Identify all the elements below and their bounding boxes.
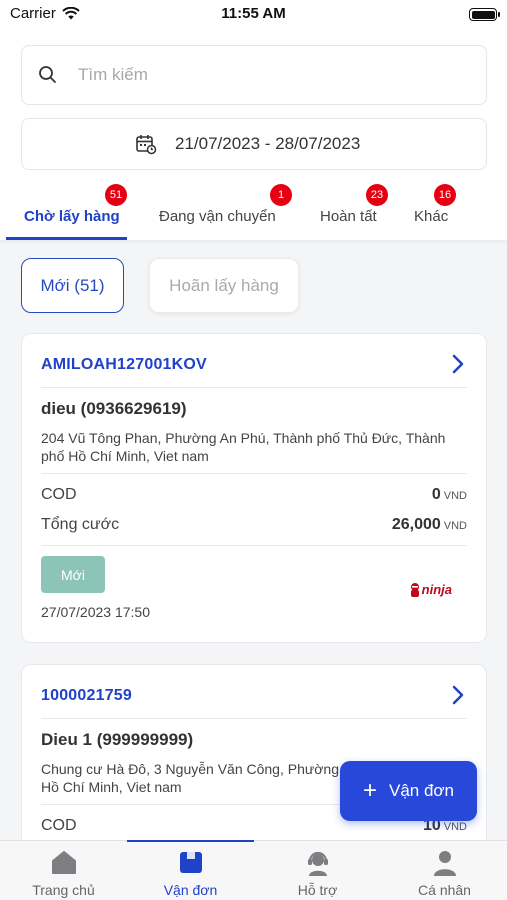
support-agent-icon [307, 851, 328, 876]
chevron-right-icon[interactable] [452, 354, 464, 374]
clock: 11:55 AM [221, 5, 286, 22]
cod-label: COD [41, 817, 77, 834]
package-icon [179, 852, 202, 873]
create-shipment-button[interactable]: + Vận đơn [340, 761, 477, 821]
tab-badge: 23 [366, 184, 388, 206]
nav-label: Trang chủ [32, 882, 95, 898]
divider [41, 718, 467, 719]
battery-icon [469, 8, 500, 21]
nav-van-don[interactable]: Vận đơn [127, 841, 254, 900]
fab-label: Vận đơn [388, 781, 455, 800]
ninja-mascot-icon [410, 582, 419, 597]
search-icon [39, 66, 56, 83]
ninja-van-logo: ninja [410, 582, 452, 597]
tab-cho-lay-hang[interactable]: Chờ lấy hàng 51 [24, 184, 127, 225]
tab-badge: 1 [270, 184, 292, 206]
fee-row: Tổng cước 26,000 VND [41, 516, 467, 534]
date-range-picker[interactable]: 21/07/2023 - 28/07/2023 [21, 118, 487, 170]
nav-ho-tro[interactable]: Hỗ trợ [254, 841, 381, 900]
carrier-logo-text: ninja [421, 582, 452, 597]
customer-name: Dieu 1 (999999999) [41, 730, 194, 749]
status-badge: Mới [41, 556, 105, 593]
fee-label: Tổng cước [41, 516, 120, 533]
tab-label: Khác [414, 208, 449, 225]
tab-hoan-tat[interactable]: Hoàn tất 23 [320, 184, 388, 225]
customer-address: 204 Vũ Tông Phan, Phường An Phú, Thành p… [41, 430, 446, 464]
tab-label: Đang vận chuyển [159, 208, 276, 225]
currency-label: VND [443, 490, 467, 502]
fee-amount: 26,000 VND [392, 516, 467, 534]
order-code[interactable]: AMILOAH127001KOV [41, 356, 207, 374]
filter-hoan-lay-hang[interactable]: Hoãn lấy hàng [149, 258, 299, 313]
person-icon [433, 851, 456, 876]
nav-label: Vận đơn [163, 882, 218, 898]
tab-dang-van-chuyen[interactable]: Đang vận chuyển 1 [159, 184, 292, 225]
plus-icon: + [362, 777, 377, 804]
divider [41, 387, 467, 388]
app-screen: Carrier 11:55 AM Tìm kiếm 21/07/2023 - 2… [0, 0, 507, 900]
nav-ca-nhan[interactable]: Cá nhân [381, 841, 507, 900]
home-icon [51, 851, 76, 874]
nav-label: Hỗ trợ [297, 882, 338, 898]
header-panel: Tìm kiếm 21/07/2023 - 28/07/2023 Chờ lấy… [0, 28, 507, 240]
active-tab-indicator [6, 237, 127, 240]
tab-label: Hoàn tất [320, 208, 377, 225]
divider [41, 473, 467, 474]
nav-label: Cá nhân [418, 882, 471, 898]
tab-label: Chờ lấy hàng [24, 208, 120, 225]
order-status-tabs: Chờ lấy hàng 51 Đang vận chuyển 1 Hoàn t… [0, 180, 507, 240]
bottom-navigation: Trang chủ Vận đơn Hỗ trợ Cá nhân [0, 840, 507, 900]
currency-label: VND [443, 821, 467, 833]
order-datetime: 27/07/2023 17:50 [41, 604, 150, 620]
tab-badge: 16 [434, 184, 456, 206]
date-range-label: 21/07/2023 - 28/07/2023 [175, 134, 361, 153]
fee-value: 26,000 [391, 516, 441, 533]
search-placeholder: Tìm kiếm [78, 65, 148, 84]
divider [41, 545, 467, 546]
chevron-right-icon[interactable] [452, 685, 464, 705]
tab-badge: 51 [105, 184, 127, 206]
order-code[interactable]: 1000021759 [41, 687, 132, 705]
nav-trang-chu[interactable]: Trang chủ [0, 841, 127, 900]
tab-khac[interactable]: Khác 16 [414, 184, 456, 225]
search-input[interactable]: Tìm kiếm [21, 45, 487, 105]
cod-value: 0 [431, 486, 441, 503]
calendar-icon [136, 135, 157, 155]
order-card[interactable]: AMILOAH127001KOV dieu (0936629619) 204 V… [21, 333, 487, 643]
filter-moi[interactable]: Mới (51) [21, 258, 124, 313]
currency-label: VND [443, 520, 467, 532]
cod-label: COD [41, 486, 77, 503]
cod-row: COD 0 VND [41, 486, 467, 504]
cod-amount: 0 VND [432, 486, 467, 504]
customer-name: dieu (0936629619) [41, 399, 187, 418]
status-bar: Carrier 11:55 AM [0, 0, 507, 28]
